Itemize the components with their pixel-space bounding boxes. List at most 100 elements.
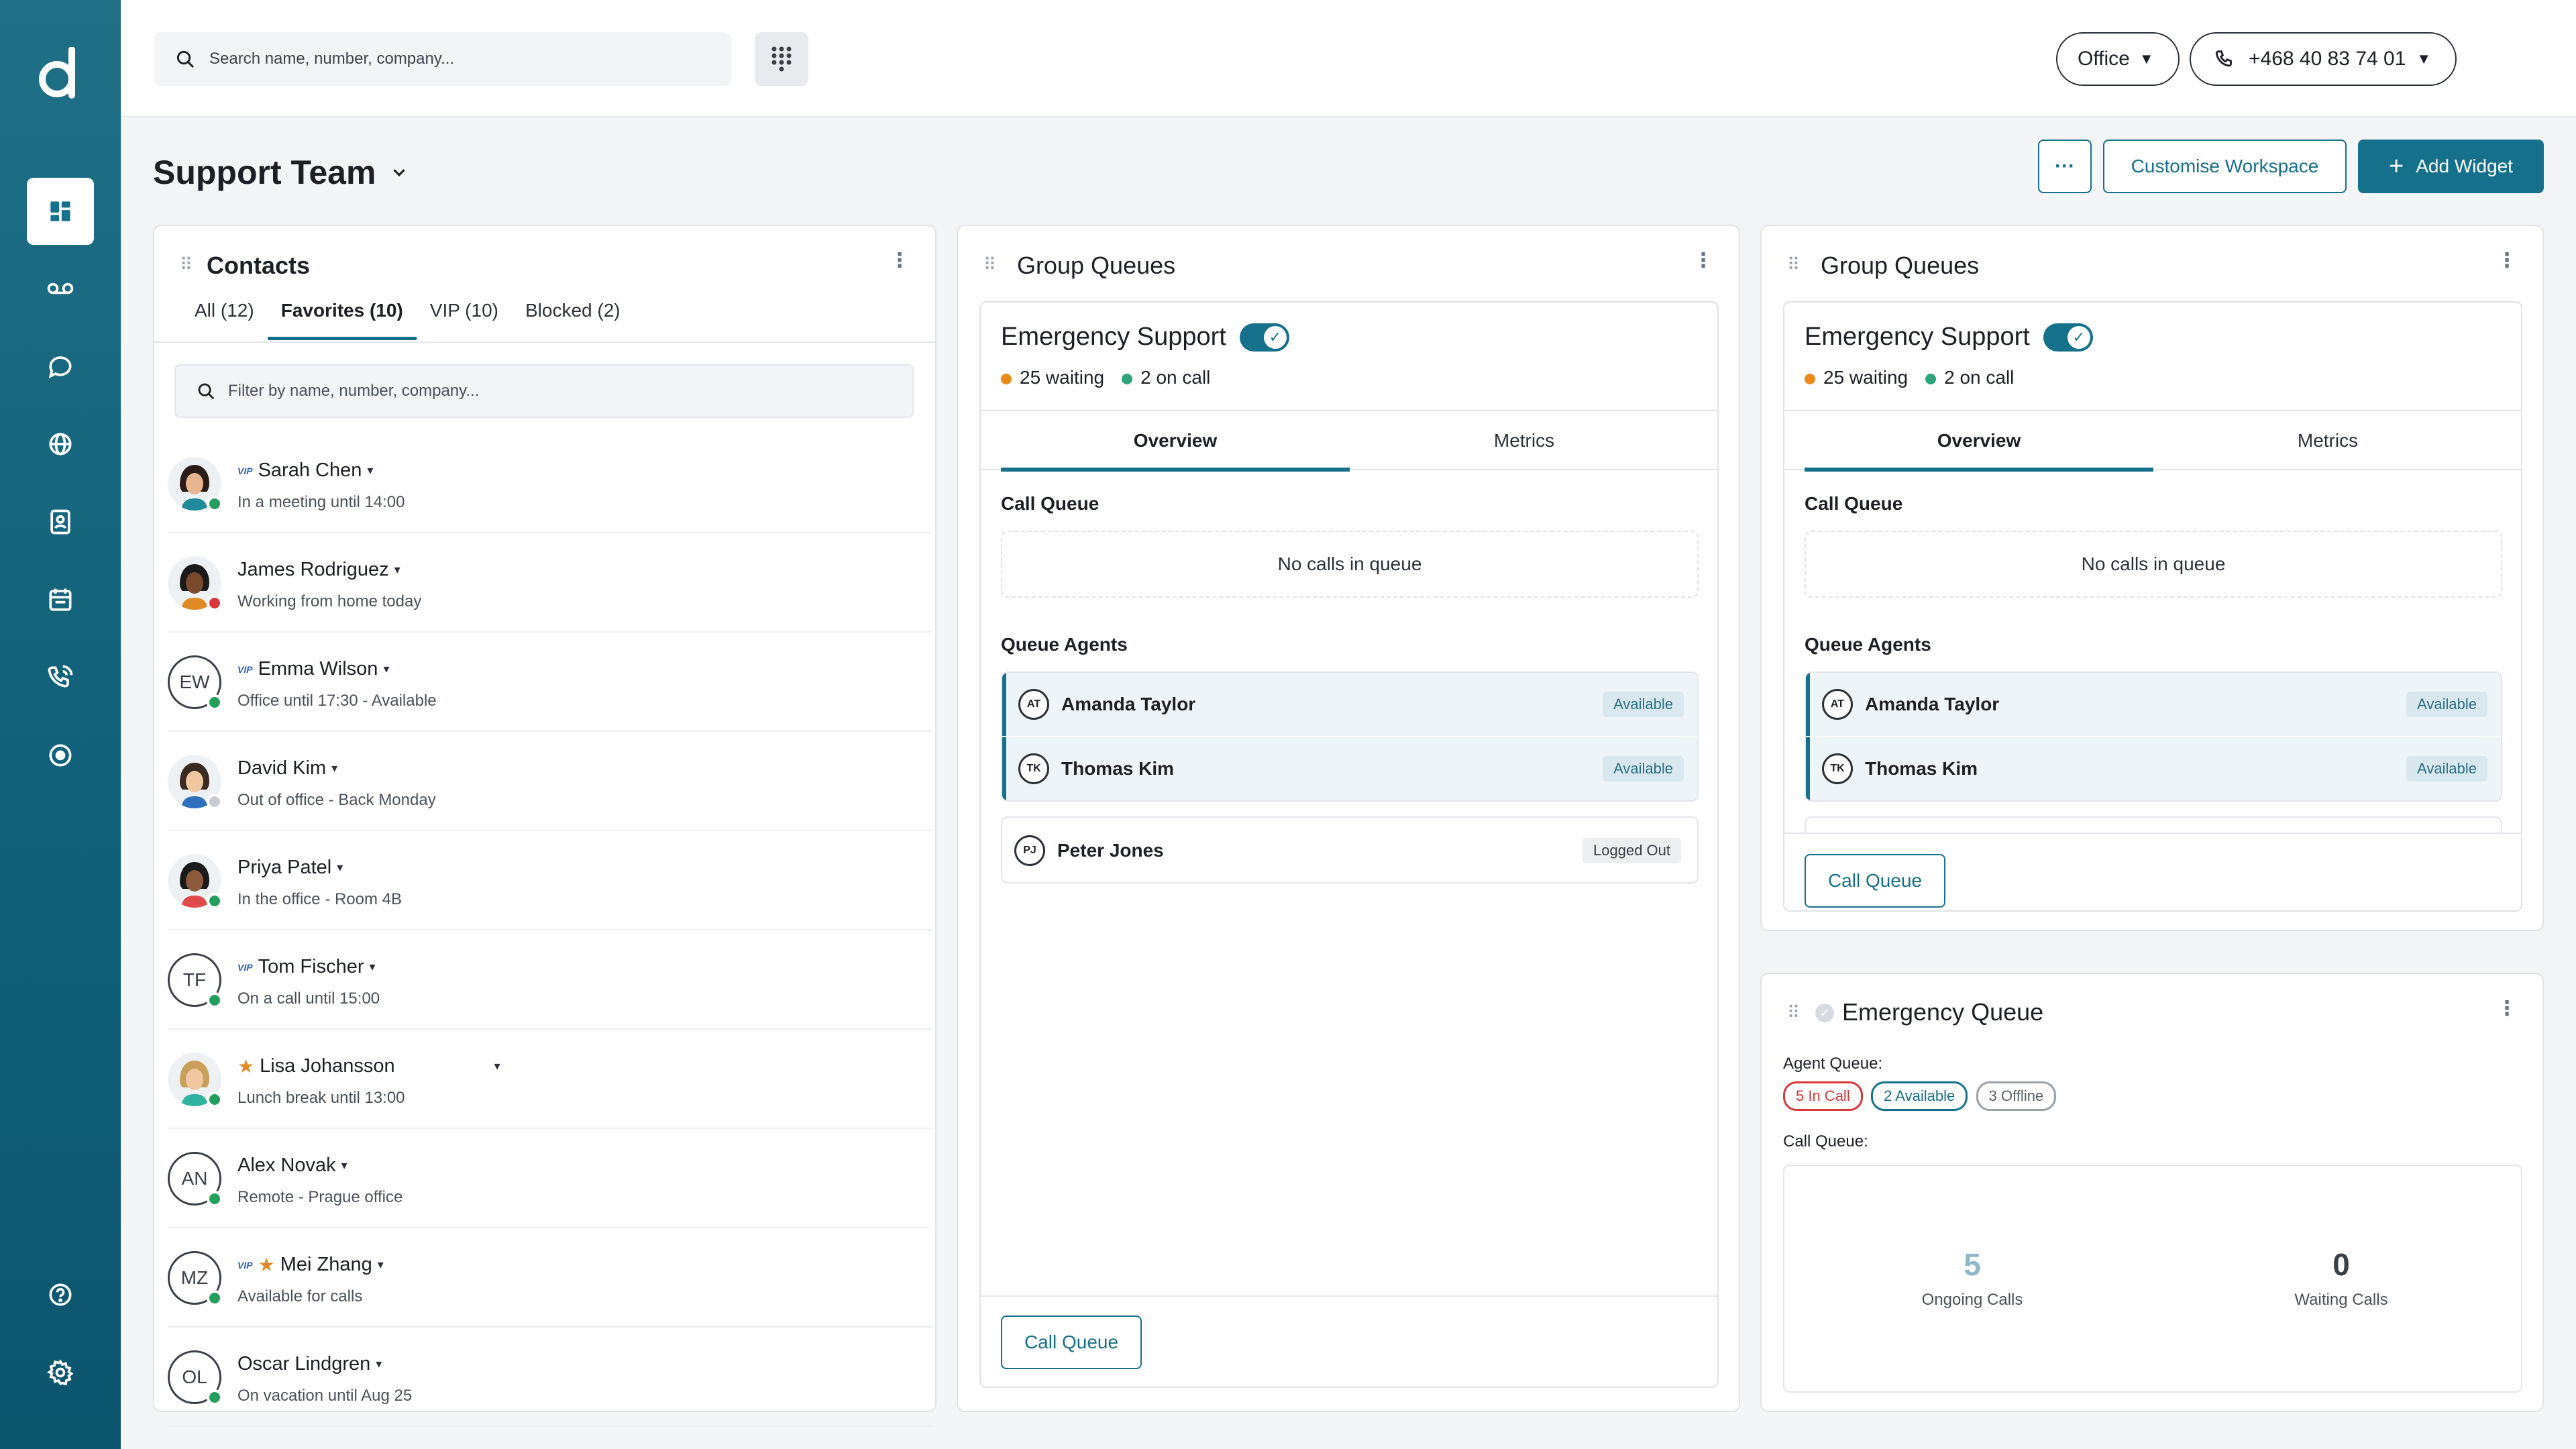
- phone-icon: [2215, 50, 2232, 67]
- call-queue-button[interactable]: Call Queue: [1805, 854, 1945, 908]
- contact-row[interactable]: AN Alex Novak ▾ Remote - Prague office: [168, 1129, 932, 1228]
- agent-row[interactable]: TK Thomas Kim Available: [1002, 737, 1697, 800]
- drag-handle-icon[interactable]: ⠿: [1787, 1002, 1800, 1023]
- phone-waves-icon: [48, 665, 73, 688]
- tab-blocked[interactable]: Blocked (2): [512, 300, 634, 340]
- contact-status-text: Available for calls: [237, 1287, 363, 1305]
- tab-all[interactable]: All (12): [181, 300, 268, 340]
- contact-row[interactable]: ★ Lisa Johansson ▾ Lunch break until 13:00: [168, 1030, 932, 1129]
- more-options-button[interactable]: ···: [2038, 140, 2092, 193]
- tab-metrics[interactable]: Metrics: [2153, 411, 2502, 470]
- call-queue-button[interactable]: Call Queue: [1001, 1316, 1142, 1369]
- queue-tabs: Overview Metrics: [981, 410, 1717, 472]
- contact-menu-caret-icon[interactable]: ▾: [367, 464, 373, 478]
- nav-help[interactable]: [27, 1261, 94, 1328]
- agent-name: Amanda Taylor: [1865, 694, 2000, 714]
- contact-row[interactable]: MZ VIP ★ Mei Zhang ▾ Available for calls: [168, 1228, 932, 1328]
- queue-toggle[interactable]: ✓: [1239, 323, 1289, 352]
- on-call-count: 2 on call: [1925, 367, 2014, 388]
- in-call-chip: 5 In Call: [1783, 1081, 1863, 1111]
- check-icon: ✓: [1263, 325, 1287, 349]
- contact-menu-caret-icon[interactable]: ▾: [337, 861, 343, 875]
- tab-metrics[interactable]: Metrics: [1350, 411, 1699, 470]
- contact-row[interactable]: EW VIP Emma Wilson ▾ Office until 17:30 - Av…: [168, 633, 932, 732]
- contact-menu-caret-icon[interactable]: ▾: [494, 1059, 500, 1073]
- queue-panel: Emergency Support ✓ 25 waiting 2 on call…: [1783, 301, 2522, 912]
- drag-handle-icon[interactable]: ⠿: [983, 254, 996, 275]
- agent-row[interactable]: AT Amanda Taylor Available: [1806, 673, 2501, 736]
- nav-chat[interactable]: [27, 333, 94, 400]
- kebab-menu-icon[interactable]: ⋮: [2497, 997, 2517, 1020]
- agent-status-badge: Available: [2406, 692, 2487, 717]
- nav-calendar[interactable]: [27, 566, 94, 633]
- search-placeholder: Search name, number, company...: [209, 50, 455, 68]
- contact-row[interactable]: OL Oscar Lindgren ▾ On vacation until Aug 2…: [168, 1328, 932, 1427]
- agent-name: Thomas Kim: [1061, 758, 1175, 779]
- app-logo[interactable]: [37, 46, 84, 101]
- contact-status-text: Remote - Prague office: [237, 1188, 403, 1206]
- contact-name-line: David Kim ▾: [237, 757, 337, 780]
- search-input[interactable]: Search name, number, company...: [154, 32, 731, 86]
- vip-badge: VIP: [237, 961, 253, 973]
- gear-icon: [46, 1359, 74, 1386]
- contact-row[interactable]: James Rodriguez ▾ Working from home today: [168, 533, 932, 633]
- nav-record[interactable]: [27, 722, 94, 789]
- contact-menu-caret-icon[interactable]: ▾: [394, 563, 400, 577]
- contact-menu-caret-icon[interactable]: ▾: [331, 761, 337, 775]
- call-queue-metrics: 5 Ongoing Calls 0 Waiting Calls: [1783, 1165, 2522, 1393]
- nav-settings[interactable]: [27, 1339, 94, 1406]
- tab-favorites[interactable]: Favorites (10): [267, 300, 417, 340]
- agent-avatar: PJ: [1014, 835, 1045, 866]
- nav-web[interactable]: [27, 411, 94, 478]
- contact-row[interactable]: VIP Sarah Chen ▾ In a meeting until 14:00: [168, 434, 932, 533]
- kebab-menu-icon[interactable]: ⋮: [890, 249, 910, 272]
- agent-row[interactable]: PJ Peter Jones Logged Out: [1002, 819, 1697, 882]
- contact-name: Lisa Johansson: [260, 1055, 395, 1077]
- search-icon: [198, 383, 215, 400]
- contact-menu-caret-icon[interactable]: ▾: [370, 960, 376, 974]
- contact-menu-caret-icon[interactable]: ▾: [376, 1357, 382, 1371]
- tab-vip[interactable]: VIP (10): [417, 300, 512, 340]
- footer-divider: [981, 1295, 1717, 1297]
- contacts-widget: ⠿ Contacts ⋮ All (12) Favorites (10) VIP…: [153, 225, 936, 1427]
- caller-id-number: +468 40 83 74 01: [2249, 48, 2406, 70]
- drag-handle-icon[interactable]: ⠿: [1787, 254, 1800, 275]
- caller-id-select[interactable]: +468 40 83 74 01 ▼: [2190, 32, 2457, 86]
- tab-overview[interactable]: Overview: [1001, 411, 1350, 472]
- dialpad-icon: [771, 46, 792, 72]
- contact-menu-caret-icon[interactable]: ▾: [341, 1159, 347, 1173]
- contact-row[interactable]: David Kim ▾ Out of office - Back Monday: [168, 732, 932, 831]
- contact-row[interactable]: TF VIP Tom Fischer ▾ On a call until 15:00: [168, 930, 932, 1030]
- contacts-filter-input[interactable]: Filter by name, number, company...: [174, 364, 914, 418]
- location-select[interactable]: Office ▼: [2056, 32, 2180, 86]
- nav-calls[interactable]: [27, 644, 94, 711]
- nav-contacts[interactable]: [27, 488, 94, 555]
- agent-row[interactable]: TK Thomas Kim Available: [1806, 737, 2501, 800]
- agents-available-group: AT Amanda Taylor Available TK Thomas Kim…: [1805, 672, 2502, 802]
- kebab-menu-icon[interactable]: ⋮: [2497, 249, 2517, 272]
- queue-stats: 25 waiting 2 on call: [1001, 367, 1210, 388]
- presence-status-dot: [207, 1290, 223, 1306]
- contact-status-text: Lunch break until 13:00: [237, 1089, 405, 1107]
- customise-workspace-button[interactable]: Customise Workspace: [2103, 140, 2347, 193]
- contact-menu-caret-icon[interactable]: ▾: [383, 662, 389, 676]
- nav-dashboard[interactable]: [27, 178, 94, 245]
- presence-status-dot: [207, 595, 223, 611]
- agent-row[interactable]: AT Amanda Taylor Available: [1002, 673, 1697, 736]
- kebab-menu-icon[interactable]: ⋮: [1693, 249, 1713, 272]
- contact-name-line: VIP ★ Mei Zhang ▾: [237, 1254, 384, 1276]
- nav-voicemail[interactable]: [27, 255, 94, 322]
- contacts-tabs: All (12) Favorites (10) VIP (10) Blocked…: [181, 300, 634, 340]
- page-title[interactable]: Support Team: [153, 153, 409, 192]
- queue-toggle[interactable]: ✓: [2043, 323, 2093, 352]
- agent-status-badge: Available: [2406, 756, 2487, 782]
- contact-row[interactable]: Priya Patel ▾ In the office - Room 4B: [168, 831, 932, 930]
- tab-overview[interactable]: Overview: [1805, 411, 2153, 472]
- contact-menu-caret-icon[interactable]: ▾: [378, 1258, 384, 1272]
- contact-name: Tom Fischer: [258, 956, 364, 977]
- caret-down-icon: ▼: [2416, 50, 2432, 67]
- add-widget-button[interactable]: + Add Widget: [2358, 140, 2544, 193]
- drag-handle-icon[interactable]: ⠿: [180, 254, 193, 275]
- dialpad-button[interactable]: [755, 32, 808, 86]
- presence-status-dot: [207, 496, 223, 512]
